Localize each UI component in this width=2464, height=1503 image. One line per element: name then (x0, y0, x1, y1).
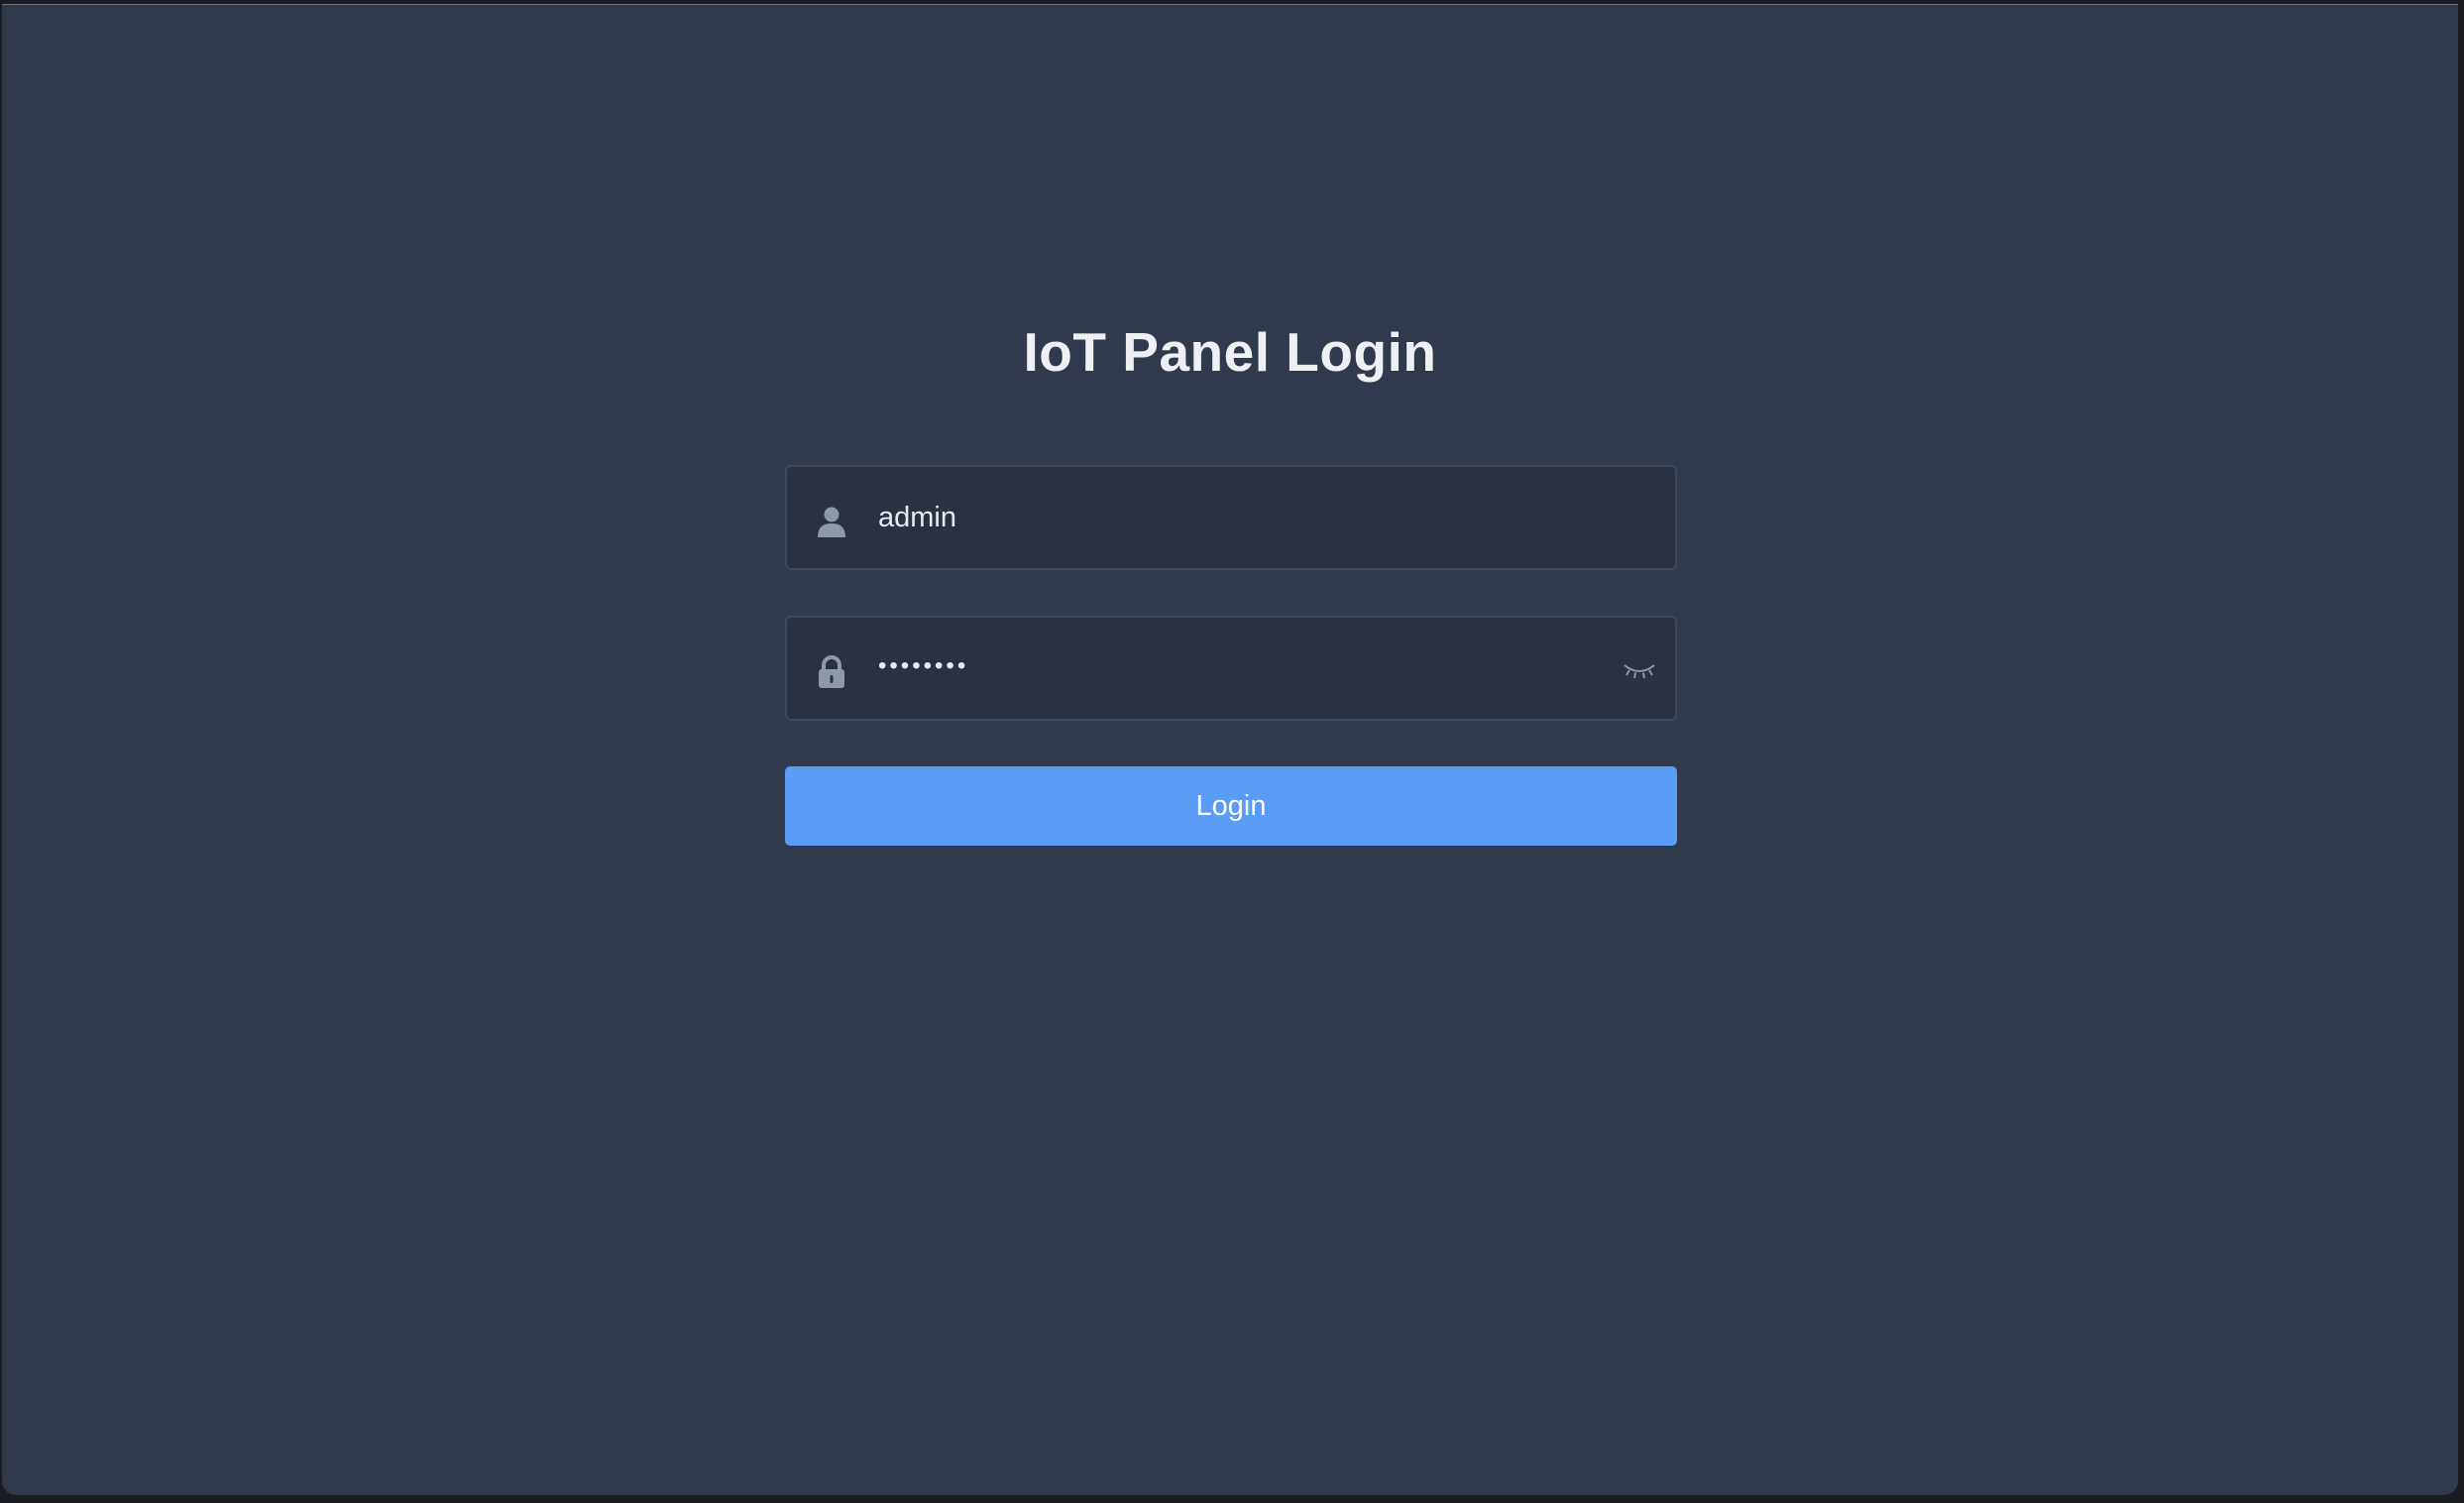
user-icon (815, 505, 848, 538)
login-button[interactable]: Login (785, 766, 1677, 846)
username-value: admin (878, 502, 956, 533)
lock-icon (815, 655, 848, 689)
password-field[interactable]: •••••••• (785, 616, 1677, 721)
password-value: •••••••• (878, 652, 969, 679)
eye-closed-icon[interactable] (1622, 657, 1657, 683)
screen: IoT Panel Login admin •••••••• Login (0, 0, 2464, 1503)
username-field[interactable]: admin (785, 465, 1677, 570)
page-title: IoT Panel Login (1023, 321, 1437, 383)
login-window: IoT Panel Login admin •••••••• Login (2, 4, 2458, 1495)
